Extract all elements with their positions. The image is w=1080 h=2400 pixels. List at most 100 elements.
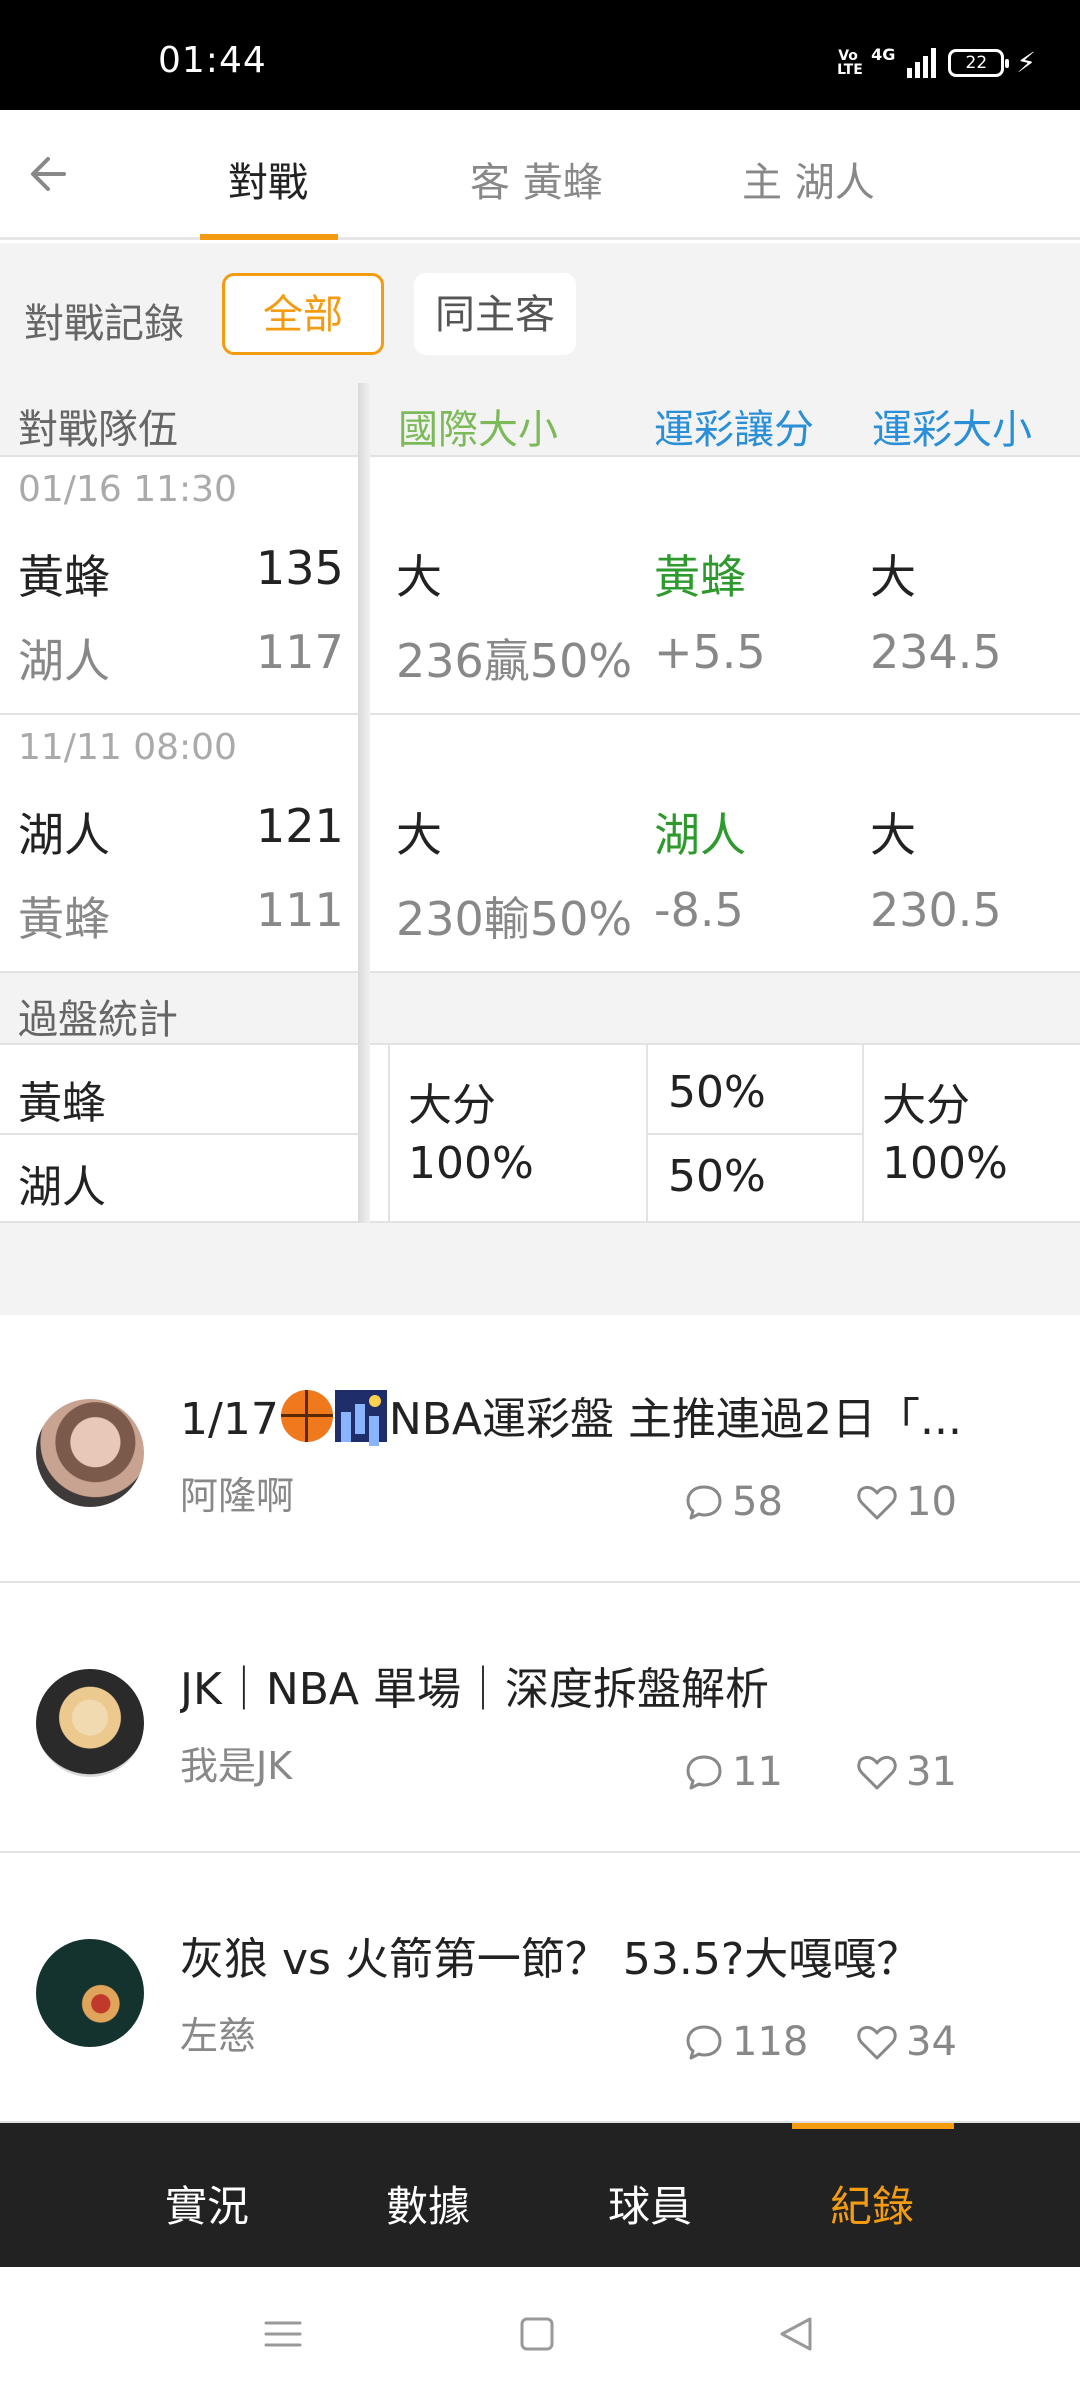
like-count[interactable]: 31: [856, 1749, 957, 1795]
heart-icon: [857, 2025, 897, 2060]
filter-all-button[interactable]: 全部: [222, 273, 384, 355]
system-nav-bar: [0, 2267, 1080, 2400]
network-type: 4G: [871, 45, 896, 64]
match-row: 11/11 08:00 湖人 121 大 湖人 大 黃蜂 111 230輸50%…: [0, 715, 1080, 973]
team-name: 湖人: [18, 634, 110, 688]
team-name: 黃蜂: [18, 892, 110, 946]
nav-players[interactable]: 球員: [608, 2173, 692, 2234]
nav-stats[interactable]: 數據: [386, 2173, 470, 2234]
post-title[interactable]: 1/17 NBA運彩盤 主推連過2日「...: [180, 1383, 962, 1447]
tab-away-team[interactable]: 客 黃蜂: [470, 150, 603, 208]
signal-icon: [907, 47, 937, 78]
total-line: 230.5: [870, 883, 1002, 937]
summary-stats: 黃蜂 湖人 大分 100% 50% 50% 大分 100%: [0, 1045, 1080, 1223]
status-icons: Vo LTE 4G 22 ⚡: [837, 45, 1036, 79]
home-square-icon[interactable]: [512, 2309, 562, 2359]
charging-icon: ⚡: [1016, 46, 1036, 79]
comment-bubble-icon: [686, 1485, 722, 1520]
section-gap: [0, 1223, 1080, 1315]
comment-bubble-icon: [686, 1755, 722, 1790]
status-time: 01:44: [158, 40, 267, 81]
team-score: 117: [256, 625, 344, 679]
total-summary-pct: 100%: [882, 1138, 1008, 1189]
tab-matchup[interactable]: 對戰: [228, 150, 308, 208]
avatar[interactable]: [36, 1669, 144, 1777]
heart-icon: [857, 1755, 897, 1790]
header: 對戰 客 黃蜂 主 湖人: [0, 110, 1080, 240]
record-filter: 對戰記錄 全部 同主客: [0, 243, 1080, 383]
heart-icon: [857, 1485, 897, 1520]
team-score: 135: [256, 541, 344, 595]
bottom-nav: 實況 數據 球員 紀錄: [0, 2123, 1080, 2267]
team-score: 121: [256, 799, 344, 853]
filter-same-venue-button[interactable]: 同主客: [414, 273, 576, 355]
post-author[interactable]: 阿隆啊: [180, 1465, 294, 1520]
spread-summary-pct: 50%: [668, 1067, 766, 1118]
header-total: 運彩大小: [872, 407, 1032, 453]
header-teams: 對戰隊伍: [18, 407, 178, 453]
nav-records[interactable]: 紀錄: [830, 2173, 914, 2234]
comment-count[interactable]: 11: [684, 1749, 783, 1795]
spread-line: -8.5: [654, 883, 744, 937]
summary-header: 過盤統計: [0, 973, 1080, 1045]
nav-live[interactable]: 實況: [165, 2173, 249, 2234]
divider: [862, 1045, 864, 1223]
like-count[interactable]: 10: [856, 1479, 957, 1525]
total-summary-label: 大分: [882, 1080, 970, 1131]
team-score: 111: [256, 883, 344, 937]
intl-summary-pct: 100%: [408, 1138, 534, 1189]
match-date: 01/16 11:30: [18, 469, 237, 510]
filter-label: 對戰記錄: [24, 301, 184, 347]
avatar[interactable]: [36, 1939, 144, 2047]
intl-line: 236贏50%: [396, 634, 633, 688]
summary-title: 過盤統計: [18, 997, 178, 1043]
status-bar: 01:44 Vo LTE 4G 22 ⚡: [0, 0, 1080, 110]
header-spread: 運彩讓分: [654, 407, 814, 453]
intl-summary-label: 大分: [408, 1080, 496, 1131]
total-summary: 大分 100%: [882, 1077, 1008, 1193]
match-row: 01/16 11:30 黃蜂 135 大 黃蜂 大 湖人 117 236贏50%…: [0, 457, 1080, 715]
active-nav-indicator: [792, 2123, 954, 2129]
avatar[interactable]: [36, 1399, 144, 1507]
post-title[interactable]: JK｜NBA 單場｜深度拆盤解析: [180, 1653, 769, 1717]
comment-count[interactable]: 58: [684, 1479, 783, 1525]
basketball-icon: [280, 1390, 333, 1442]
post-item[interactable]: JK｜NBA 單場｜深度拆盤解析 我是JK 11 31: [0, 1585, 1080, 1853]
divider: [0, 1133, 360, 1135]
summary-team: 黃蜂: [18, 1078, 106, 1129]
like-count[interactable]: 34: [856, 2019, 957, 2065]
spread-winner: 湖人: [654, 808, 746, 862]
match-date: 11/11 08:00: [18, 727, 237, 768]
comment-bubble-icon: [686, 2025, 722, 2060]
active-tab-indicator: [200, 234, 338, 240]
frozen-column-shadow: [358, 383, 370, 1223]
divider: [648, 1133, 862, 1135]
post-item[interactable]: 灰狼 vs 火箭第一節？ 53.5?大嘎嘎？ 左慈 118 34: [0, 1855, 1080, 2123]
total-line: 234.5: [870, 625, 1002, 679]
spread-summary-pct: 50%: [668, 1151, 766, 1202]
battery-icon: 22: [948, 48, 1010, 77]
post-author[interactable]: 我是JK: [180, 1735, 292, 1790]
post-item[interactable]: 1/17 NBA運彩盤 主推連過2日「... 阿隆啊 58 10: [0, 1315, 1080, 1583]
total-result: 大: [870, 550, 916, 604]
post-author[interactable]: 左慈: [180, 2005, 256, 2060]
intl-result: 大: [396, 808, 442, 862]
arrow-left-icon[interactable]: [24, 148, 76, 200]
spread-line: +5.5: [654, 625, 766, 679]
intl-result: 大: [396, 550, 442, 604]
team-name: 黃蜂: [18, 550, 110, 604]
table-header: 對戰隊伍 國際大小 運彩讓分 運彩大小: [0, 383, 1080, 457]
divider: [388, 1045, 390, 1223]
comment-count[interactable]: 118: [684, 2019, 808, 2065]
tab-home-team[interactable]: 主 湖人: [742, 150, 875, 208]
post-title[interactable]: 灰狼 vs 火箭第一節？ 53.5?大嘎嘎？: [180, 1923, 920, 1987]
total-result: 大: [870, 808, 916, 862]
summary-team: 湖人: [18, 1162, 106, 1213]
intl-summary: 大分 100%: [408, 1077, 534, 1193]
back-triangle-icon[interactable]: [772, 2309, 822, 2359]
menu-icon[interactable]: [258, 2309, 308, 2359]
team-name: 湖人: [18, 808, 110, 862]
night-city-icon: [334, 1390, 387, 1442]
intl-line: 230輸50%: [396, 892, 633, 946]
header-intl-ou: 國際大小: [398, 407, 558, 453]
